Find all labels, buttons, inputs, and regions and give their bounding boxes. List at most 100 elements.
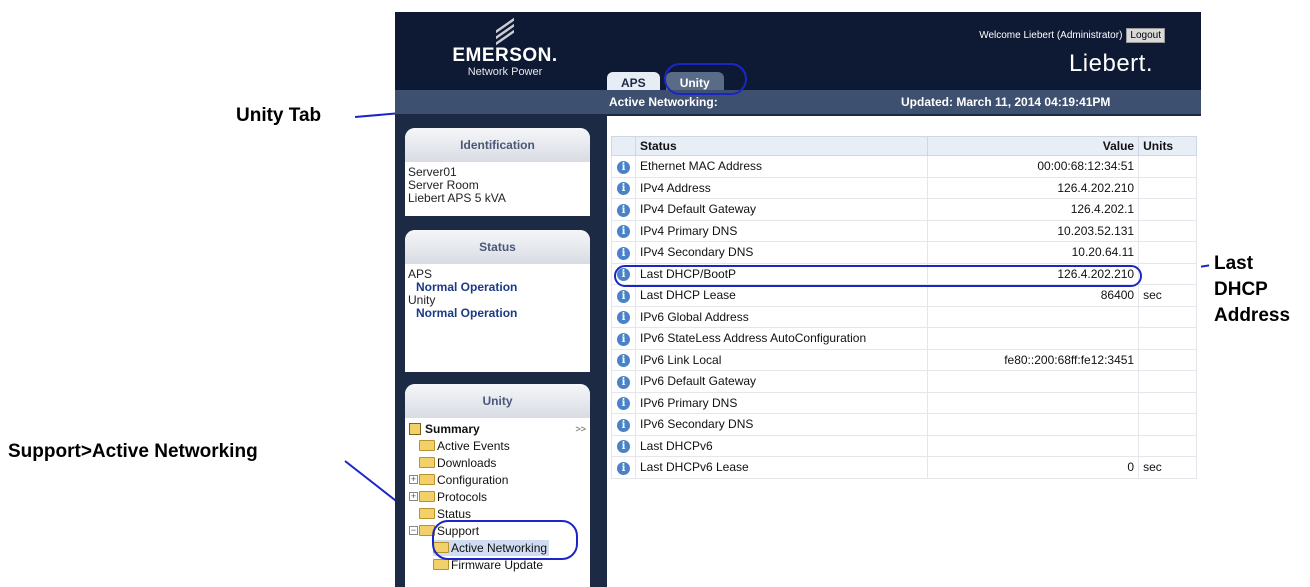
networking-table: Status Value Units i Ethernet MAC Address…: [611, 136, 1197, 479]
units-cell: [1138, 219, 1197, 242]
unity-nav-title: Unity: [405, 384, 590, 418]
header-units[interactable]: Units: [1138, 136, 1197, 156]
table-row: i IPv4 Secondary DNS 10.20.64.11: [611, 241, 1197, 264]
table-row: i IPv6 Global Address: [611, 305, 1197, 328]
info-icon[interactable]: i: [616, 375, 630, 389]
table-row: i Last DHCP/BootP 126.4.202.210: [611, 262, 1197, 285]
value-cell: [926, 434, 1140, 457]
units-cell: [1138, 348, 1197, 371]
summary-icon: [409, 422, 421, 435]
header-value[interactable]: Value: [926, 136, 1140, 156]
status-cell: IPv6 Default Gateway: [634, 370, 928, 393]
info-icon[interactable]: i: [616, 397, 630, 411]
value-cell: 0: [926, 456, 1140, 479]
nav-downloads[interactable]: Downloads: [409, 454, 586, 471]
status-cell: Last DHCP Lease: [634, 284, 928, 307]
updated-timestamp: Updated: March 11, 2014 04:19:41PM: [901, 95, 1111, 109]
expand-icon[interactable]: +: [409, 492, 418, 501]
emerson-mark-icon: [496, 17, 514, 46]
table-row: i IPv4 Primary DNS 10.203.52.131: [611, 219, 1197, 242]
header-status[interactable]: Status: [634, 136, 928, 156]
annotation-last-dhcp-line1: Last: [1214, 253, 1254, 274]
table-row: i Ethernet MAC Address 00:00:68:12:34:51: [611, 155, 1197, 178]
info-cell: i: [611, 305, 636, 328]
info-icon[interactable]: i: [616, 418, 630, 432]
value-cell: 126.4.202.1: [926, 198, 1140, 221]
info-cell: i: [611, 456, 636, 479]
value-cell: 86400: [926, 284, 1140, 307]
value-cell: [926, 305, 1140, 328]
app-window: EMERSON. Network Power Welcome Liebert (…: [395, 12, 1201, 587]
annotation-unity-tab: Unity Tab: [236, 105, 322, 126]
identification-panel: Identification Server01 Server Room Lieb…: [405, 128, 590, 216]
table-row: i Last DHCPv6 Lease 0 sec: [611, 456, 1197, 479]
info-cell: i: [611, 198, 636, 221]
expand-icon[interactable]: +: [409, 475, 418, 484]
nav-firmware-update[interactable]: Firmware Update: [409, 556, 586, 573]
info-icon[interactable]: i: [616, 332, 630, 346]
units-cell: [1138, 434, 1197, 457]
units-cell: sec: [1138, 284, 1197, 307]
info-cell: i: [611, 348, 636, 371]
nav-summary[interactable]: Summary >>: [409, 420, 586, 437]
units-cell: [1138, 327, 1197, 350]
collapse-icon[interactable]: −: [409, 526, 418, 535]
status-cell: IPv6 StateLess Address AutoConfiguration: [634, 327, 928, 350]
info-icon[interactable]: i: [616, 289, 630, 303]
welcome-text: Welcome Liebert (Administrator): [979, 30, 1123, 41]
info-icon[interactable]: i: [616, 246, 630, 260]
status-cell: IPv4 Address: [634, 176, 928, 199]
status-unity-value[interactable]: Normal Operation: [408, 307, 587, 320]
status-cell: IPv4 Default Gateway: [634, 198, 928, 221]
nav-active-events[interactable]: Active Events: [409, 437, 586, 454]
info-cell: i: [611, 391, 636, 414]
folder-icon: [419, 491, 435, 502]
info-cell: i: [611, 284, 636, 307]
folder-icon: [419, 457, 435, 468]
value-cell: 10.203.52.131: [926, 219, 1140, 242]
table-row: i IPv4 Address 126.4.202.210: [611, 176, 1197, 199]
table-row: i IPv6 Default Gateway: [611, 370, 1197, 393]
units-cell: [1138, 305, 1197, 328]
collapse-panel-icon[interactable]: >>: [575, 421, 586, 437]
table-row: i IPv6 Link Local fe80::200:68ff:fe12:3451: [611, 348, 1197, 371]
unity-nav-panel: Unity Summary >> Active Events Downloads…: [405, 384, 590, 587]
nav-configuration[interactable]: + Configuration: [409, 471, 586, 488]
info-icon[interactable]: i: [616, 354, 630, 368]
nav-status-label: Status: [437, 506, 472, 521]
folder-icon: [433, 559, 449, 570]
info-icon[interactable]: i: [616, 268, 630, 282]
units-cell: [1138, 391, 1197, 414]
status-cell: Last DHCPv6: [634, 434, 928, 457]
nav-protocols[interactable]: + Protocols: [409, 488, 586, 505]
info-icon[interactable]: i: [616, 440, 630, 454]
status-panel: Status APS Normal Operation Unity Normal…: [405, 230, 590, 372]
info-icon[interactable]: i: [616, 182, 630, 196]
info-cell: i: [611, 370, 636, 393]
info-icon[interactable]: i: [616, 461, 630, 475]
units-cell: [1138, 241, 1197, 264]
nav-active-networking[interactable]: Active Networking: [409, 539, 586, 556]
nav-summary-label: Summary: [425, 421, 480, 436]
info-cell: i: [611, 176, 636, 199]
open-folder-icon: [419, 525, 435, 536]
nav-firmware-update-label: Firmware Update: [451, 557, 544, 572]
annotation-last-dhcp-line2: DHCP: [1214, 279, 1268, 300]
value-cell: 126.4.202.210: [926, 176, 1140, 199]
folder-icon: [433, 542, 449, 553]
info-icon[interactable]: i: [616, 203, 630, 217]
value-cell: fe80::200:68ff:fe12:3451: [926, 348, 1140, 371]
status-body: APS Normal Operation Unity Normal Operat…: [405, 264, 590, 324]
units-cell: [1138, 262, 1197, 285]
info-icon[interactable]: i: [616, 160, 630, 174]
nav-status[interactable]: Status: [409, 505, 586, 522]
status-cell: IPv4 Secondary DNS: [634, 241, 928, 264]
units-cell: [1138, 155, 1197, 178]
status-cell: Last DHCPv6 Lease: [634, 456, 928, 479]
logout-button[interactable]: Logout: [1126, 28, 1165, 43]
value-cell: 00:00:68:12:34:51: [926, 155, 1140, 178]
nav-support[interactable]: − Support: [409, 522, 586, 539]
info-icon[interactable]: i: [616, 311, 630, 325]
table-row: i IPv6 Primary DNS: [611, 391, 1197, 414]
info-icon[interactable]: i: [616, 225, 630, 239]
